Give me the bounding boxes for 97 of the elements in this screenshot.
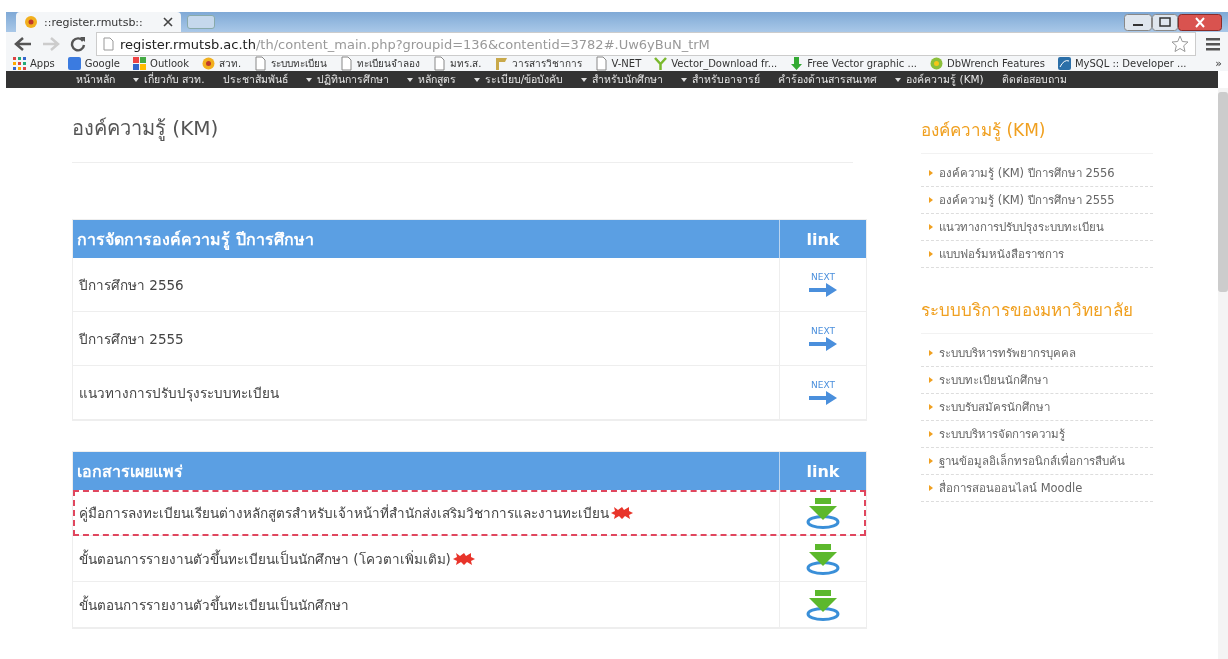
nav-link[interactable]: สำหรับนักศึกษา [581, 71, 664, 88]
close-icon[interactable] [163, 17, 173, 27]
maximize-icon[interactable] [1152, 14, 1178, 31]
starburst-icon [452, 552, 475, 565]
flower-icon [200, 56, 216, 71]
page-title: องค์ความรู้ (KM) [72, 115, 220, 143]
browser-tab[interactable]: ::register.rmutsb:: [16, 12, 181, 32]
sidebar-link[interactable]: องค์ความรู้ (KM) ปีการศึกษา 2556 [921, 160, 1153, 187]
caret-icon [133, 76, 139, 83]
menu-icon[interactable] [1206, 37, 1220, 51]
nav-link[interactable]: ระเบียบ/ข้อบังคับ [473, 71, 564, 88]
sidebar-heading: องค์ความรู้ (KM) [921, 116, 1153, 154]
bookmark[interactable]: ระบบทะเบียน [253, 56, 328, 71]
sidebar-heading: ระบบบริการของมหาวิทยาลัย [921, 296, 1153, 334]
sidebar-link[interactable]: สื่อการสอนออนไลน์ Moodle [921, 475, 1153, 502]
address-bar[interactable]: register.rmutsb.ac.th/th/content_main.php?groupid=136&contentid=3782#.Uw6yBuN_trM [96, 32, 1196, 56]
starburst-icon [611, 506, 633, 519]
next-link[interactable]: NEXT [809, 380, 837, 405]
bullet-icon [929, 431, 933, 437]
bookmark[interactable]: Vector_Download fr... [653, 56, 778, 71]
bookmark[interactable]: สวท. [200, 56, 242, 71]
star-icon[interactable] [1171, 35, 1189, 53]
new-tab-button[interactable] [187, 15, 215, 29]
windows-icon [132, 56, 147, 71]
row-label[interactable]: ขั้นตอนการรายงานตัวขึ้นทะเบียนเป็นนักศึกษา [79, 593, 349, 616]
sidebar-link[interactable]: องค์ความรู้ (KM) ปีการศึกษา 2555 [921, 187, 1153, 214]
bookmark[interactable]: Apps [12, 56, 55, 71]
bullet-icon [929, 377, 933, 383]
arrow-icon [809, 337, 837, 351]
download-icon[interactable] [806, 496, 840, 529]
row-label[interactable]: ขั้นตอนการรายงานตัวขึ้นทะเบียนเป็นนักศึกษา (โควตาเพิ่มเติม) [79, 547, 451, 570]
row-label[interactable]: ปีการศึกษา 2555 [79, 327, 184, 350]
nav-link[interactable]: ปฏิทินการศึกษา [305, 71, 389, 88]
nav-link[interactable]: หน้าหลัก [76, 71, 115, 88]
down-arrow-icon [789, 56, 805, 71]
sidebar-link[interactable]: ฐานข้อมูลอิเล็กทรอนิกส์เพื่อการสืบค้น [921, 448, 1153, 475]
bookmark[interactable]: วารสารวิชาการ [493, 56, 582, 71]
bookmark[interactable]: V-NET [593, 56, 642, 71]
bullet-icon [929, 350, 933, 356]
row-label[interactable]: ปีการศึกษา 2556 [79, 273, 184, 296]
bookmark[interactable]: DbWrench Features [929, 56, 1045, 71]
sidebar-link[interactable]: ระบบบริหารทรัพยากรบุคคล [921, 340, 1153, 367]
letter-y-icon [653, 56, 669, 71]
bullet-icon [929, 224, 933, 230]
apps-icon [12, 56, 27, 71]
page-icon [103, 37, 114, 51]
minimize-icon[interactable] [1124, 14, 1152, 31]
header-title: เอกสารเผยแพร่ [76, 460, 184, 483]
gear-icon [929, 56, 944, 71]
arrow-icon [809, 283, 837, 297]
reload-icon[interactable] [70, 36, 86, 52]
caret-icon [406, 76, 413, 83]
bullet-icon [929, 170, 933, 176]
bullet-icon [929, 404, 933, 410]
sidebar-link[interactable]: แนวทางการปรับปรุงระบบทะเบียน [921, 214, 1153, 241]
more-bookmarks[interactable]: » [1215, 57, 1222, 70]
bullet-icon [929, 197, 933, 203]
row-label[interactable]: คู่มือการลงทะเบียนเรียนต่างหลักสูตรสำหรับเจ้าหน้าที่สำนักส่งเสริมวิชาการและงานทะเบียน [79, 501, 609, 524]
square-icon [66, 56, 82, 71]
sidebar-link[interactable]: ระบบรับสมัครนักศึกษา [921, 394, 1153, 421]
caret-icon [681, 76, 688, 83]
close-icon[interactable] [1178, 14, 1222, 31]
bookmark[interactable]: Google [66, 56, 120, 71]
arrow-icon [809, 391, 837, 405]
nav-link[interactable]: ประชาสัมพันธ์ [222, 71, 288, 88]
back-icon[interactable] [14, 37, 32, 51]
nav-link[interactable]: สำหรับอาจารย์ [681, 71, 761, 88]
header-title: การจัดการองค์ความรู้ ปีการศึกษา [76, 228, 315, 252]
bookmark[interactable]: Outlook [132, 56, 189, 71]
caret-icon [305, 76, 312, 83]
bookmark[interactable]: มทร.ส. [432, 56, 482, 71]
sidebar-link[interactable]: ระบบทะเบียนนักศึกษา [921, 367, 1153, 394]
download-icon[interactable] [806, 588, 840, 621]
sidebar-link[interactable]: แบบฟอร์มหนังสือราชการ [921, 241, 1153, 268]
row-label[interactable]: แนวทางการปรับปรุงระบบทะเบียน [79, 381, 279, 404]
next-link[interactable]: NEXT [809, 272, 837, 297]
scroll-thumb[interactable] [1218, 92, 1228, 292]
nav-link[interactable]: หลักสูตร [406, 71, 456, 88]
caret-icon [581, 76, 588, 83]
bullet-icon [929, 485, 933, 491]
caret-icon [473, 76, 480, 83]
next-link[interactable]: NEXT [809, 326, 837, 351]
sidebar-link[interactable]: ระบบบริหารจัดการความรู้ [921, 421, 1153, 448]
bullet-icon [929, 458, 933, 464]
flower-icon [24, 15, 38, 29]
bullet-icon [929, 251, 933, 257]
scrollbar[interactable] [1218, 88, 1228, 659]
caret-icon [895, 76, 902, 83]
bookmark[interactable]: MySQL :: Developer ... [1056, 56, 1187, 71]
nav-link[interactable]: องค์ความรู้ (KM) [895, 71, 984, 88]
nav-link[interactable]: เกี่ยวกับ สวท. [133, 71, 205, 88]
download-icon[interactable] [806, 542, 840, 575]
bookmark[interactable]: Free Vector graphic ... [789, 56, 917, 71]
nav-link[interactable]: คำร้องด้านสารสนเทศ [778, 71, 878, 88]
url-text: register.rmutsb.ac.th/th/content_main.php?groupid=136&contentid=3782#.Uw6yBuN_trM [120, 36, 711, 52]
nav-link[interactable]: ติดต่อสอบถาม [1001, 71, 1067, 88]
bookmark[interactable]: ทะเบียนจำลอง [339, 56, 421, 71]
